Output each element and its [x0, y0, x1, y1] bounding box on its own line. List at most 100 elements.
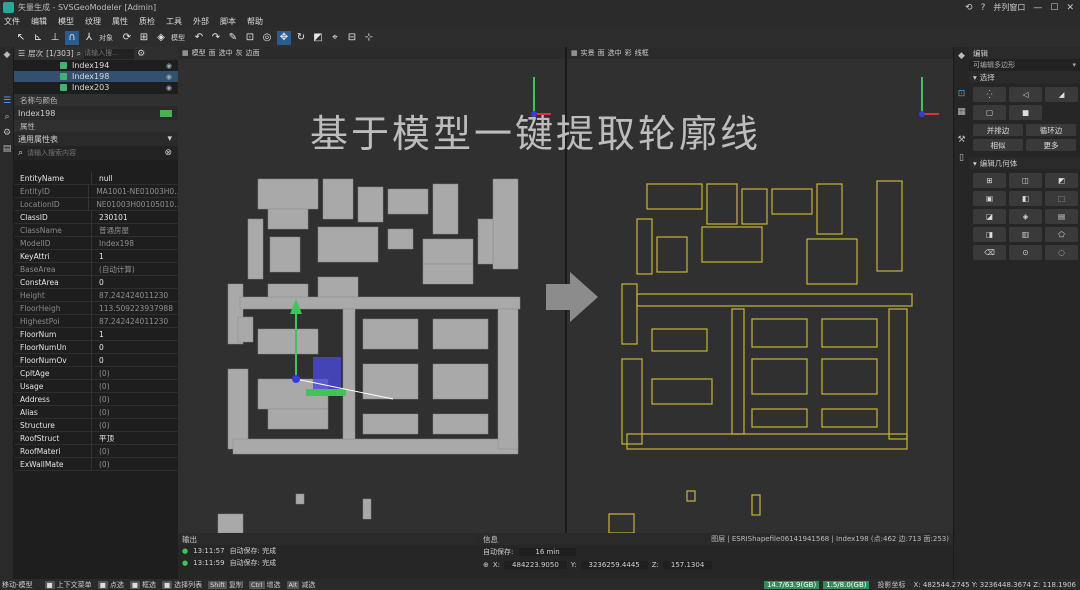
similar-button[interactable]: 相似: [973, 139, 1023, 151]
weld-target-button[interactable]: ⊙: [1009, 245, 1042, 260]
property-value[interactable]: (0): [92, 447, 110, 456]
property-row[interactable]: CpltAge (0): [14, 366, 178, 380]
filter-icon[interactable]: ☰: [18, 49, 25, 58]
property-row[interactable]: EntityName null: [14, 171, 178, 185]
gray-mode-dropdown[interactable]: 灰: [236, 48, 243, 58]
property-value[interactable]: 普通房屋: [92, 225, 129, 236]
property-row[interactable]: FloorNum 1: [14, 327, 178, 341]
polygon-select-button[interactable]: ▢: [973, 105, 1006, 120]
pivot-icon[interactable]: ⌖: [328, 31, 342, 45]
weld-button[interactable]: ▤: [1045, 209, 1078, 224]
property-value[interactable]: 平顶: [92, 433, 114, 444]
attribute-search-input[interactable]: [27, 148, 148, 158]
grid-icon[interactable]: ▦: [571, 49, 578, 57]
slice-button[interactable]: ◈: [1009, 209, 1042, 224]
property-value[interactable]: (0): [92, 382, 110, 391]
name-color-section[interactable]: 名称与颜色: [14, 94, 178, 106]
property-value[interactable]: MA1001-NE01003H0...: [89, 187, 178, 196]
book-icon[interactable]: ▯: [954, 149, 969, 167]
attach-button[interactable]: ⊞: [973, 173, 1006, 188]
sync-icon[interactable]: ⟲: [965, 3, 973, 13]
clear-icon[interactable]: ⊗: [164, 148, 172, 158]
flip-button[interactable]: ◨: [973, 227, 1006, 242]
nav-gizmo[interactable]: [897, 69, 947, 119]
property-row[interactable]: BaseArea (自动计算): [14, 262, 178, 276]
property-row[interactable]: Usage (0): [14, 379, 178, 393]
real-view-dropdown[interactable]: 实景: [581, 48, 595, 58]
extrude-button[interactable]: ◩: [1045, 173, 1078, 188]
property-row[interactable]: ConstArea 0: [14, 275, 178, 289]
select-arrow-icon[interactable]: ↖: [14, 31, 28, 45]
bridge-button[interactable]: ⬚: [1045, 191, 1078, 206]
redo-icon[interactable]: ↷: [209, 31, 223, 45]
more-button[interactable]: 更多: [1026, 139, 1076, 151]
color-mode-dropdown[interactable]: 彩: [625, 48, 632, 58]
comment-icon[interactable]: ▤: [0, 141, 14, 157]
ring-button[interactable]: 并排边: [973, 124, 1023, 136]
visibility-icon[interactable]: ◉: [166, 73, 172, 81]
property-value[interactable]: NE01003H00105010...: [89, 200, 178, 209]
grid-icon[interactable]: ▦: [182, 49, 189, 57]
y-value[interactable]: 3236259.4445: [580, 560, 648, 569]
model-dropdown[interactable]: 模型: [171, 33, 185, 43]
property-value[interactable]: null: [92, 174, 113, 183]
undo-icon[interactable]: ↶: [192, 31, 206, 45]
vertex-select-button[interactable]: ⁛: [973, 87, 1006, 102]
layer-search-input[interactable]: [84, 48, 135, 59]
layers-icon[interactable]: ◆: [0, 47, 14, 63]
minimize-icon[interactable]: —: [1033, 3, 1042, 13]
align-icon[interactable]: ⊟: [345, 31, 359, 45]
chevron-down-icon[interactable]: ▾: [167, 134, 172, 144]
z-value[interactable]: 157.1304: [662, 560, 713, 569]
property-row[interactable]: LocationID NE01003H00105010...: [14, 197, 178, 211]
scale-icon[interactable]: ◩: [311, 31, 325, 45]
layer-item[interactable]: Index203 ◉: [14, 82, 178, 92]
magnet-icon[interactable]: ∩: [65, 30, 79, 45]
property-value[interactable]: 230101: [92, 213, 128, 222]
autosave-value[interactable]: 16 min: [519, 547, 576, 556]
menu-item[interactable]: 帮助: [247, 16, 263, 27]
wrench-icon[interactable]: ⚙: [0, 125, 14, 141]
property-value[interactable]: 0: [92, 278, 104, 287]
select-mode-dropdown[interactable]: 选中: [219, 48, 233, 58]
property-value[interactable]: (0): [92, 395, 110, 404]
property-row[interactable]: ClassID 230101: [14, 210, 178, 224]
property-value[interactable]: 113.509223937988: [92, 304, 173, 313]
property-row[interactable]: Alias (0): [14, 405, 178, 419]
property-value[interactable]: (0): [92, 421, 110, 430]
wire-mode-dropdown[interactable]: 线框: [635, 48, 649, 58]
crop-icon[interactable]: ⊡: [243, 31, 257, 45]
loop-button[interactable]: 循环边: [1026, 124, 1076, 136]
element-select-button[interactable]: ■: [1009, 105, 1042, 120]
window-layout-button[interactable]: 并列窗口: [993, 2, 1025, 13]
visibility-icon[interactable]: ◉: [166, 84, 172, 92]
attributes-section[interactable]: 属性: [14, 120, 178, 132]
property-row[interactable]: Address (0): [14, 392, 178, 406]
edit-icon[interactable]: ✎: [226, 31, 240, 45]
help-icon[interactable]: ?: [981, 3, 986, 13]
select-section[interactable]: ▾ 选择: [969, 71, 1080, 83]
visibility-icon[interactable]: ◉: [166, 62, 172, 70]
property-row[interactable]: FloorNumOv 0: [14, 353, 178, 367]
cut-button[interactable]: ◪: [973, 209, 1006, 224]
property-value[interactable]: 87.242424011230: [92, 291, 168, 300]
property-value[interactable]: 0: [92, 356, 104, 365]
bevel-button[interactable]: ▣: [973, 191, 1006, 206]
layer-item[interactable]: Index198 ◉: [14, 71, 178, 82]
attribute-table-select[interactable]: 通用属性表: [18, 134, 58, 145]
maximize-icon[interactable]: ☐: [1050, 3, 1058, 13]
cap-button[interactable]: ▥: [1009, 227, 1042, 242]
group-icon[interactable]: ⊞: [137, 31, 151, 45]
property-value[interactable]: (自动计算): [92, 264, 135, 275]
property-row[interactable]: HighestPoi 87.242424011230: [14, 314, 178, 328]
cube-view-icon[interactable]: ◈: [154, 31, 168, 45]
checker-icon[interactable]: ▦: [954, 103, 969, 121]
entity-name-value[interactable]: Index198: [18, 109, 55, 118]
collapse-button[interactable]: ◌: [1045, 245, 1078, 260]
menu-item[interactable]: 模型: [58, 16, 74, 27]
property-value[interactable]: 87.242424011230: [92, 317, 168, 326]
measure-icon[interactable]: ⊾: [31, 31, 45, 45]
settings-icon[interactable]: ⚙: [137, 49, 145, 59]
property-row[interactable]: RoofStruct 平顶: [14, 431, 178, 445]
shape-button[interactable]: ⬠: [1045, 227, 1078, 242]
